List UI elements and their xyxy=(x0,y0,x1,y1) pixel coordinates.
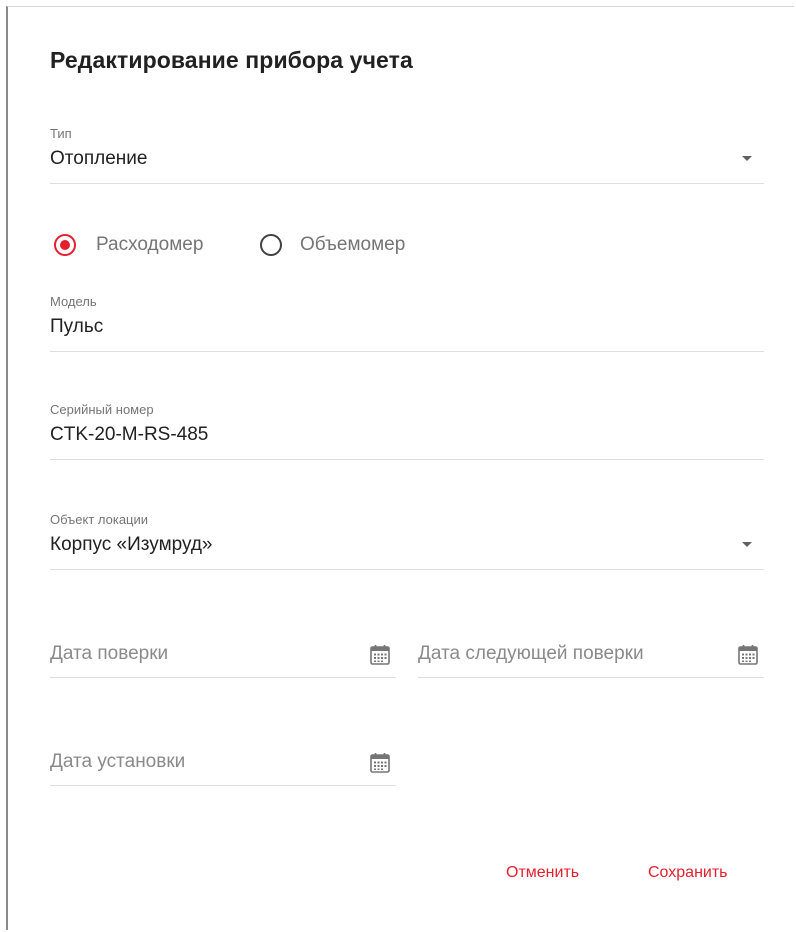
calendar-icon[interactable] xyxy=(736,643,760,667)
type-select[interactable]: Тип Отопление xyxy=(50,123,764,184)
save-button[interactable]: Сохранить xyxy=(648,864,728,882)
dialog-title: Редактирование прибора учета xyxy=(50,47,413,73)
next-verification-date-input[interactable]: Дата следующей поверки xyxy=(418,643,764,678)
dropdown-arrow-icon xyxy=(742,156,752,161)
model-input[interactable]: Модель Пульс xyxy=(50,291,764,352)
dialog-actions: Отменить Сохранить xyxy=(506,864,746,886)
type-value: Отопление xyxy=(50,148,148,169)
location-select[interactable]: Объект локации Корпус «Изумруд» xyxy=(50,509,764,570)
installation-date-placeholder: Дата установки xyxy=(50,751,186,772)
serial-number-input[interactable]: Серийный номер CTK-20-M-RS-485 xyxy=(50,399,764,460)
verification-date-input[interactable]: Дата поверки xyxy=(50,643,396,678)
radio-volumemeter-label: Объемомер xyxy=(300,234,406,255)
radio-flowmeter-label: Расходомер xyxy=(96,234,204,255)
type-label: Тип xyxy=(50,126,72,141)
next-verification-date-placeholder: Дата следующей поверки xyxy=(418,643,644,664)
model-value: Пульс xyxy=(50,316,104,337)
radio-unchecked-icon xyxy=(260,234,282,256)
calendar-icon[interactable] xyxy=(368,751,392,775)
edit-meter-dialog: Редактирование прибора учета Тип Отоплен… xyxy=(6,6,794,930)
model-label: Модель xyxy=(50,294,97,309)
serial-number-label: Серийный номер xyxy=(50,402,154,417)
radio-checked-icon xyxy=(54,234,76,256)
location-value: Корпус «Изумруд» xyxy=(50,534,213,555)
dropdown-arrow-icon xyxy=(742,542,752,547)
radio-volumemeter[interactable]: Объемомер xyxy=(260,232,430,262)
serial-number-value: CTK-20-M-RS-485 xyxy=(50,424,209,445)
installation-date-input[interactable]: Дата установки xyxy=(50,751,396,786)
verification-date-placeholder: Дата поверки xyxy=(50,643,169,664)
calendar-icon[interactable] xyxy=(368,643,392,667)
location-label: Объект локации xyxy=(50,512,149,527)
cancel-button[interactable]: Отменить xyxy=(506,864,579,882)
radio-flowmeter[interactable]: Расходомер xyxy=(54,232,224,262)
